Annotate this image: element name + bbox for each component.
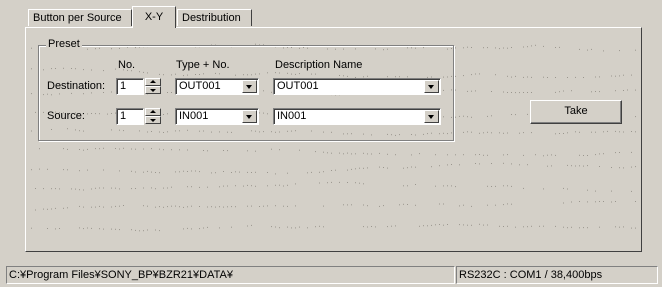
destination-type-select[interactable]: OUT001 bbox=[175, 78, 259, 95]
spin-up-icon[interactable] bbox=[145, 78, 161, 86]
source-label: Source: bbox=[47, 110, 85, 122]
chevron-down-icon[interactable] bbox=[242, 110, 257, 123]
destination-label: Destination: bbox=[47, 80, 106, 92]
tab-x-y[interactable]: X-Y bbox=[132, 6, 176, 28]
source-description-select[interactable]: IN001 bbox=[273, 108, 441, 125]
chevron-down-icon[interactable] bbox=[424, 110, 439, 123]
source-type-select[interactable]: IN001 bbox=[175, 108, 259, 125]
spin-up-icon[interactable] bbox=[145, 108, 161, 116]
tab-button-per-source[interactable]: Button per Source bbox=[28, 9, 132, 26]
preset-title: Preset bbox=[46, 38, 82, 50]
main-window: Button per Source X-Y Destribution Prese… bbox=[0, 0, 662, 287]
source-type-value: IN001 bbox=[179, 110, 209, 122]
destination-no-input[interactable]: 1 bbox=[116, 78, 144, 95]
destination-no-spinner[interactable] bbox=[145, 78, 161, 95]
destination-description-value: OUT001 bbox=[277, 80, 319, 92]
destination-type-value: OUT001 bbox=[179, 80, 221, 92]
status-port: RS232C : COM1 / 38,400bps bbox=[456, 266, 658, 284]
tab-destribution[interactable]: Destribution bbox=[177, 9, 252, 26]
column-type-label: Type + No. bbox=[176, 59, 230, 71]
source-no-spinner[interactable] bbox=[145, 108, 161, 125]
chevron-down-icon[interactable] bbox=[242, 80, 257, 93]
source-description-value: IN001 bbox=[277, 110, 307, 122]
destination-description-select[interactable]: OUT001 bbox=[273, 78, 441, 95]
take-button[interactable]: Take bbox=[530, 100, 622, 124]
column-description-label: Description Name bbox=[275, 59, 363, 71]
spin-down-icon[interactable] bbox=[145, 86, 161, 94]
spin-down-icon[interactable] bbox=[145, 116, 161, 124]
column-no-label: No. bbox=[118, 59, 136, 71]
chevron-down-icon[interactable] bbox=[424, 80, 439, 93]
source-no-input[interactable]: 1 bbox=[116, 108, 144, 125]
status-path: C:¥Program Files¥SONY_BP¥BZR21¥DATA¥ bbox=[6, 266, 455, 284]
